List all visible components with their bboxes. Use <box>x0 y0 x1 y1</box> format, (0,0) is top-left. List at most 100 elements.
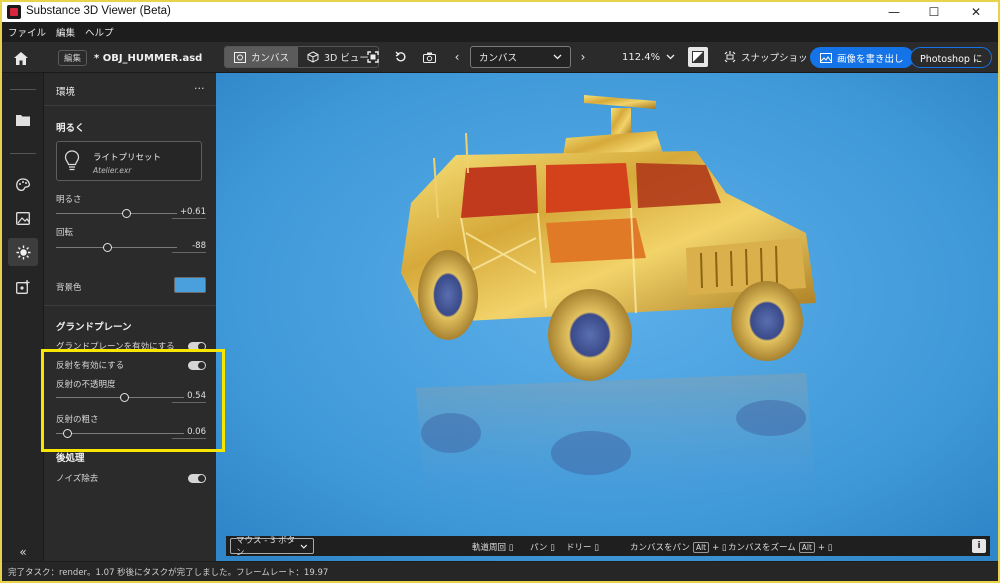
mouse-mode-value: マウス - 3 ボタン <box>236 536 296 558</box>
zoom-value: 112.4% <box>622 51 661 63</box>
divider <box>44 105 216 106</box>
undo-icon <box>395 51 406 62</box>
mouse-left-icon: ▯ <box>508 543 514 553</box>
camera-select-value: カンバス <box>479 53 518 64</box>
background-color-swatch[interactable] <box>174 277 206 293</box>
add-layer-icon <box>16 280 30 294</box>
zoom-level[interactable]: 112.4% <box>622 50 675 64</box>
rail-environment[interactable] <box>8 238 38 266</box>
chevron-down-icon <box>666 54 675 60</box>
brightness-slider-knob[interactable] <box>122 209 131 218</box>
preset-value: Atelier.exr <box>93 166 132 175</box>
status-bar: 完了タスク：render。1.07 秒後にタスクが完了しました。フレームレート：… <box>2 562 998 581</box>
left-rail: « <box>2 73 44 561</box>
hint-orbit: 軌道周回 ▯ <box>472 541 513 553</box>
next-camera-button[interactable]: › <box>578 50 588 64</box>
app-logo-icon <box>7 5 21 19</box>
chevron-down-icon <box>300 544 308 549</box>
camera-icon <box>422 52 436 63</box>
environment-panel: 環境 ··· 明るく ライトプリセット Atelier.exr 明るさ +0.6… <box>44 73 216 561</box>
menu-file[interactable]: ファイル <box>8 25 46 39</box>
panel-more-button[interactable]: ··· <box>194 82 205 95</box>
rail-divider <box>10 153 36 154</box>
rotation-label: 回転 <box>56 228 74 238</box>
menu-help[interactable]: ヘルプ <box>85 25 114 39</box>
rail-scene[interactable] <box>8 204 38 232</box>
hint-canvas-pan-label: カンバスをパン <box>630 543 690 553</box>
mouse-mode-select[interactable]: マウス - 3 ボタン <box>230 536 314 558</box>
rail-materials[interactable] <box>8 171 38 199</box>
app-window: Substance 3D Viewer (Beta) — ☐ ✕ ファイル 編集… <box>2 2 998 581</box>
edit-chip[interactable]: 編集 <box>58 50 88 66</box>
canvas-bottom-bar: マウス - 3 ボタン 軌道周回 ▯ パン ▯ ドリー ▯ カンバスをパン Alt… <box>226 536 990 558</box>
home-button[interactable] <box>12 49 30 67</box>
section-post-processing: 後処理 <box>56 453 85 464</box>
denoise-toggle[interactable] <box>188 474 206 483</box>
close-button[interactable]: ✕ <box>956 2 996 22</box>
hint-pan: パン ▯ <box>530 541 555 553</box>
preset-label: ライトプリセット <box>93 153 162 163</box>
snapshot-button[interactable]: スナップショット <box>724 50 817 64</box>
brightness-value[interactable]: +0.61 <box>172 207 206 219</box>
frame-icon <box>367 51 379 63</box>
snapshot-label: スナップショット <box>741 53 818 64</box>
snapshot-icon <box>724 51 736 63</box>
maximize-button[interactable]: ☐ <box>914 2 954 22</box>
rail-assets[interactable] <box>8 106 38 134</box>
denoise-label: ノイズ除去 <box>56 474 99 484</box>
rotation-slider-knob[interactable] <box>103 243 112 252</box>
export-image-button[interactable]: 画像を書き出し <box>810 47 914 68</box>
section-ground-plane: グランドプレーン <box>56 322 132 333</box>
rotation-value[interactable]: -88 <box>172 241 206 253</box>
section-brightness: 明るく <box>56 123 85 134</box>
background-color-label: 背景色 <box>56 283 82 293</box>
tab-canvas-label: カンバス <box>251 53 290 64</box>
hint-dolly-label: ドリー <box>566 543 592 553</box>
lightbulb-icon <box>64 150 80 171</box>
camera-button[interactable] <box>422 50 436 64</box>
chevron-down-icon <box>553 54 562 60</box>
rotation-slider-track[interactable] <box>56 247 177 248</box>
hint-canvas-zoom-label: カンバスをズーム <box>728 543 796 553</box>
minimize-button[interactable]: — <box>874 2 914 22</box>
mouse-right-icon: ▯ <box>594 543 599 553</box>
tab-canvas[interactable]: カンバス <box>225 47 299 67</box>
chevron-right-icon: › <box>580 50 586 64</box>
background-toggle-button[interactable] <box>688 47 708 67</box>
viewport-canvas[interactable]: マウス - 3 ボタン 軌道周回 ▯ パン ▯ ドリー ▯ カンバスをパン Alt… <box>216 73 998 561</box>
window-title: Substance 3D Viewer (Beta) <box>26 5 171 17</box>
image-icon <box>16 211 30 225</box>
hint-orbit-label: 軌道周回 <box>472 543 507 553</box>
hint-canvas-zoom: カンバスをズーム Alt + ▯ <box>728 541 832 553</box>
rail-divider <box>10 89 36 90</box>
title-bar: Substance 3D Viewer (Beta) — ☐ ✕ <box>2 2 998 22</box>
sun-icon <box>16 245 30 259</box>
light-preset-card[interactable]: ライトプリセット Atelier.exr <box>56 141 202 181</box>
mouse-middle-icon: ▯ <box>550 543 555 553</box>
tab-3d-view-label: 3D ビュー <box>324 53 369 64</box>
contrast-icon <box>692 51 704 63</box>
document-name: * OBJ_HUMMER.asd <box>94 52 203 64</box>
mouse-icon: ▯ <box>827 543 833 553</box>
camera-select[interactable]: カンバス <box>470 46 571 68</box>
render-scene <box>216 73 998 561</box>
brightness-slider-track[interactable] <box>56 213 177 214</box>
alt-key: Alt <box>692 542 710 553</box>
info-button[interactable]: i <box>972 539 986 553</box>
double-chevron-left-icon: « <box>19 545 27 559</box>
prev-camera-button[interactable]: ‹ <box>452 50 462 64</box>
home-icon <box>14 51 28 65</box>
fit-frame-button[interactable] <box>366 50 380 64</box>
mouse-icon: ▯ <box>721 543 727 553</box>
menu-bar: ファイル 編集 ヘルプ <box>2 22 998 42</box>
rail-add-content[interactable] <box>8 273 38 301</box>
brightness-label: 明るさ <box>56 195 82 205</box>
photoshop-button[interactable]: Photoshop に <box>910 47 993 68</box>
chevron-left-icon: ‹ <box>454 50 460 64</box>
menu-edit[interactable]: 編集 <box>56 25 75 39</box>
highlight-box <box>41 349 225 452</box>
reset-view-button[interactable] <box>394 50 408 64</box>
hint-dolly: ドリー ▯ <box>566 541 599 553</box>
cube-icon <box>307 51 319 63</box>
folder-icon <box>16 115 30 126</box>
